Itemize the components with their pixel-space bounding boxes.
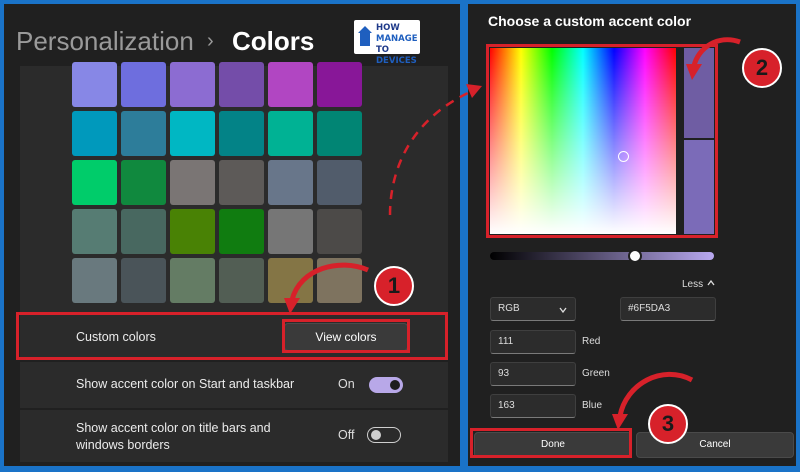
arrow-1 [289,262,369,301]
dashed-arrowhead [466,84,482,98]
step-badge-1: 1 [374,266,414,306]
annotation-arrows [284,37,741,430]
step-badge-3: 3 [648,404,688,444]
arrow-1-head [284,298,300,314]
step-badge-2: 2 [742,48,782,88]
arrow-3-head [612,414,628,430]
dashed-connector-arrow [388,90,471,216]
arrow-2-head [686,64,702,80]
arrow-2 [691,37,741,67]
